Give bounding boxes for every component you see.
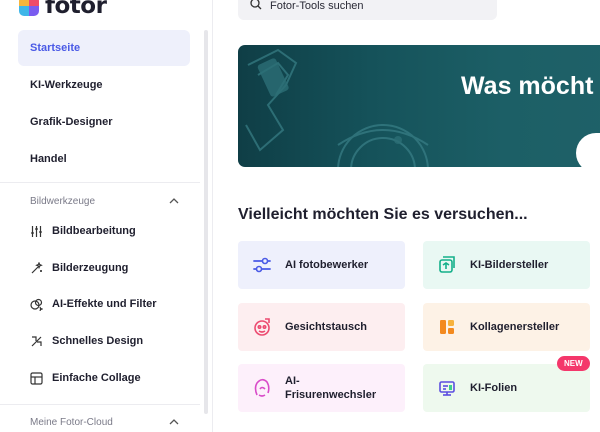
nav-item-startseite[interactable]: Startseite [18, 30, 190, 66]
chevron-up-icon[interactable] [168, 416, 180, 428]
card-label: Gesichtstausch [285, 321, 367, 333]
logo-text: fotor [45, 0, 107, 19]
fotor-logo-icon [19, 0, 39, 16]
card-label: KI-Folien [470, 382, 518, 394]
card-label: Kollagenersteller [470, 321, 560, 333]
card-label: KI-Bildersteller [470, 259, 549, 271]
card-ki-bildersteller[interactable]: KI-Bildersteller [423, 241, 590, 289]
sidebar-scrollbar[interactable] [204, 30, 208, 414]
fotor-logo[interactable]: fotor [19, 0, 107, 20]
magic-wand-icon [30, 261, 43, 275]
card-label: AI-Frisurenwechsler [285, 375, 377, 401]
card-ai-frisurenwechsler[interactable]: AI-Frisurenwechsler [238, 364, 405, 412]
card-gesichtstausch[interactable]: Gesichtstausch [238, 303, 405, 351]
sidebar-divider [0, 404, 200, 405]
search-bar[interactable] [238, 0, 497, 20]
section-title: Bildwerkzeuge [30, 195, 96, 207]
nav-item-handel[interactable]: Handel [18, 141, 190, 177]
main-nav: Startseite KI-Werkzeuge Grafik-Designer … [18, 30, 190, 178]
effects-icon [30, 298, 43, 311]
tool-schnelles-design[interactable]: Schnelles Design [30, 331, 200, 351]
section-header-bildwerkzeuge[interactable]: Bildwerkzeuge [30, 192, 180, 210]
design-icon [30, 335, 43, 348]
card-label: AI fotobewerker [285, 259, 369, 271]
sidebar: fotor Startseite KI-Werkzeuge Grafik-Des… [0, 0, 213, 432]
slides-icon [437, 378, 457, 398]
adjust-icon [252, 255, 272, 275]
banner-title: Was möcht [461, 72, 594, 100]
tool-label: Bilderzeugung [52, 262, 129, 274]
image-generator-icon [437, 255, 457, 275]
new-badge: NEW [557, 356, 590, 371]
tool-label: Einfache Collage [52, 372, 141, 384]
nav-item-grafik-designer[interactable]: Grafik-Designer [18, 104, 190, 140]
collage-maker-icon [437, 317, 457, 337]
try-section-title: Vielleicht möchten Sie es versuchen... [238, 206, 528, 223]
collage-icon [30, 371, 43, 385]
tool-label: AI-Effekte und Filter [52, 298, 157, 310]
hairstyle-icon [252, 378, 272, 398]
tool-ai-effekte[interactable]: AI-Effekte und Filter [30, 294, 200, 314]
banner-artwork [245, 48, 429, 167]
tool-einfache-collage[interactable]: Einfache Collage [30, 368, 200, 388]
hero-banner[interactable]: Was möcht [238, 45, 600, 167]
face-swap-icon [252, 317, 272, 337]
tool-bildbearbeitung[interactable]: Bildbearbeitung [30, 221, 200, 241]
sliders-icon [30, 225, 43, 238]
section-header-cloud[interactable]: Meine Fotor-Cloud [30, 413, 180, 431]
tool-bilderzeugung[interactable]: Bilderzeugung [30, 258, 200, 278]
search-input[interactable] [270, 0, 490, 12]
chevron-up-icon[interactable] [168, 195, 180, 207]
sidebar-divider [0, 182, 200, 183]
card-ai-fotobewerker[interactable]: AI fotobewerker [238, 241, 405, 289]
nav-item-ki-werkzeuge[interactable]: KI-Werkzeuge [18, 67, 190, 103]
card-kollagenersteller[interactable]: Kollagenersteller [423, 303, 590, 351]
section-title: Meine Fotor-Cloud [30, 416, 113, 428]
card-ki-folien[interactable]: KI-Folien [423, 364, 590, 412]
tool-label: Schnelles Design [52, 335, 144, 347]
search-icon [250, 0, 262, 15]
tool-label: Bildbearbeitung [52, 225, 136, 237]
